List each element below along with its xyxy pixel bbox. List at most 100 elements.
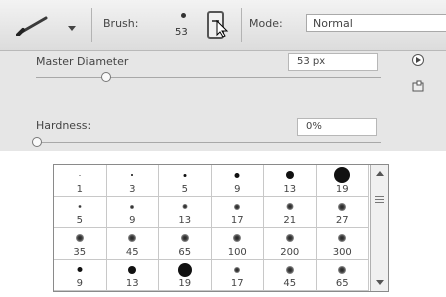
new-preset-icon[interactable] [412,80,424,92]
scroll-down-icon[interactable] [376,280,384,285]
hardness-slider[interactable] [36,142,381,143]
mode-select[interactable]: Normal [306,14,446,32]
brush-preset-list: 1 3 5 9 13 19 5 9 13 17 21 27 35 45 65 100 200 300 9 13 19 17… [53,164,389,292]
brush-tip-preview-icon [78,205,82,208]
brush-preset-size-label: 19 [178,278,192,289]
brush-preset-cell[interactable]: 35 [54,228,107,260]
tool-preset-dropdown-icon[interactable] [68,26,76,31]
toolbar-separator [91,8,92,42]
brush-preset-size-label: 300 [332,246,352,258]
brush-tip-preview-icon [234,266,241,273]
brush-preset-size-label: 200 [280,246,300,258]
brush-tip-preview-icon [285,234,294,242]
hardness-slider-thumb[interactable] [32,137,42,147]
brush-tip-preview-icon [338,265,347,274]
brush-tip-preview-icon [79,174,81,176]
brush-options-panel: Master Diameter 53 px Hardness: 0% [0,51,446,151]
mode-label: Mode: [249,17,283,30]
brush-preset-size-label: 65 [335,278,349,289]
brush-preset-size-label: 35 [73,246,87,258]
brush-preset-size-label: 9 [234,183,241,195]
brush-tip-preview-icon [234,203,241,210]
scroll-up-icon[interactable] [376,171,384,176]
scroll-thumb[interactable] [375,196,384,204]
brush-tool-icon [16,16,48,36]
brush-preset-size-label: 13 [178,215,192,226]
brush-preset-size-label: 21 [283,215,297,226]
brush-preset-size-label: 5 [181,183,188,195]
brush-preset-cell[interactable]: 1 [54,165,107,197]
brush-preset-grid: 1 3 5 9 13 19 5 9 13 17 21 27 35 45 65 100 200 300 9 13 19 17… [54,165,369,291]
hardness-label: Hardness: [36,119,92,132]
brush-tip-preview-icon [233,234,242,242]
brush-tip-preview-icon [334,167,351,183]
mouse-cursor-icon [216,20,229,38]
brush-preset-size-label: 13 [283,183,297,195]
master-diameter-input[interactable]: 53 px [288,53,378,71]
toolbar-separator [241,8,242,42]
brush-tip-preview-icon [182,204,188,209]
brush-tip-preview-icon [285,265,294,274]
brush-preset-size-label: 45 [125,246,139,258]
brush-tip-preview-icon [180,234,189,242]
brush-preset-cell[interactable]: 5 [54,196,107,228]
brush-label: Brush: [103,17,139,30]
brush-preset-size-label: 9 [76,278,83,289]
master-diameter-slider-thumb[interactable] [101,72,111,82]
preset-scrollbar[interactable] [370,165,388,291]
brush-preset-cell[interactable]: 19 [316,165,369,197]
brush-tip-preview-icon [338,202,347,211]
brush-preset-cell[interactable]: 13 [106,259,159,291]
brush-preset-size-label: 17 [230,215,244,226]
brush-preset-cell[interactable]: 200 [264,228,317,260]
brush-tip-preview-icon [177,262,192,277]
brush-preset-size-label: 17 [230,278,244,289]
brush-preset-cell[interactable]: 17 [211,196,264,228]
brush-preset-size-label: 19 [335,183,349,195]
brush-preset-cell[interactable]: 21 [264,196,317,228]
master-diameter-slider[interactable] [36,77,381,78]
brush-preset-cell[interactable]: 13 [264,165,317,197]
brush-tip-preview-icon [338,234,347,242]
brush-preset-cell[interactable]: 3 [106,165,159,197]
brush-tip-preview-icon [285,171,294,179]
brush-preset-cell[interactable]: 5 [159,165,212,197]
brush-tip-preview-icon [183,173,187,177]
brush-preset-cell[interactable]: 65 [159,228,212,260]
brush-preset-cell[interactable]: 45 [264,259,317,291]
tool-preset-picker[interactable] [6,8,86,42]
brush-preset-cell[interactable]: 100 [211,228,264,260]
hardness-input[interactable]: 0% [297,118,377,136]
brush-tip-preview-icon [130,204,135,209]
brush-tip-preview-icon [128,234,137,242]
brush-preset-cell[interactable]: 19 [159,259,212,291]
brush-preset-cell[interactable]: 45 [106,228,159,260]
brush-tip-preview-icon [75,234,84,242]
brush-preset-size-label: 9 [129,215,136,226]
brush-tip-preview-icon [77,267,83,272]
brush-preset-size-label: 45 [283,278,297,289]
brush-preset-size-label: 1 [76,183,83,195]
brush-tip-preview-icon [234,172,240,178]
brush-preset-size-label: 13 [125,278,139,289]
brush-tip-preview-icon [131,174,134,176]
brush-preset-cell[interactable]: 27 [316,196,369,228]
master-diameter-label: Master Diameter [36,55,129,68]
options-toolbar: Brush: 53 Mode: Normal [0,0,446,51]
brush-preset-size-label: 27 [335,215,349,226]
brush-preset-size-label: 100 [227,246,247,258]
brush-preset-cell[interactable]: 9 [106,196,159,228]
brush-tip-preview-icon [128,265,137,274]
panel-menu-icon[interactable] [412,54,424,66]
brush-preset-cell[interactable]: 9 [54,259,107,291]
brush-preset-size-label: 5 [76,215,83,226]
brush-preset-cell[interactable]: 13 [159,196,212,228]
brush-preview-icon [181,13,186,18]
brush-preset-cell[interactable]: 17 [211,259,264,291]
brush-preset-size-label: 3 [129,183,136,195]
brush-preset-cell[interactable]: 300 [316,228,369,260]
brush-preset-size-label: 65 [178,246,192,258]
brush-preset-cell[interactable]: 9 [211,165,264,197]
brush-tip-preview-icon [286,203,294,210]
brush-preset-cell[interactable]: 65 [316,259,369,291]
